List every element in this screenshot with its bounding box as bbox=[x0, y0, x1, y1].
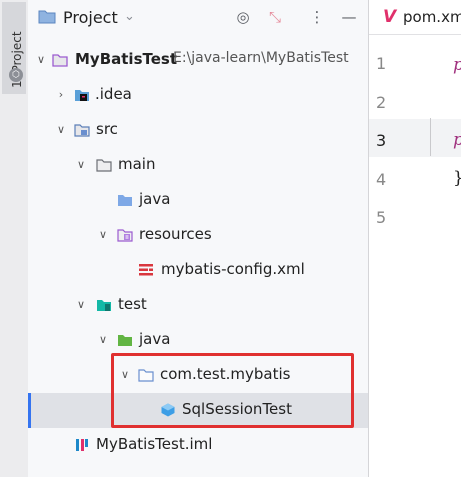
line-number-gutter: 1 2 3 4 5 bbox=[369, 34, 419, 477]
iml-file-icon bbox=[76, 439, 88, 451]
tree-label-src: src bbox=[96, 120, 118, 138]
line-number: 5 bbox=[376, 208, 387, 227]
project-view-title[interactable]: Project bbox=[63, 8, 118, 27]
chevron-down-icon[interactable]: ⌄ bbox=[124, 9, 135, 24]
chevron-down-icon[interactable]: ∨ bbox=[96, 228, 110, 242]
source-root-folder-icon bbox=[118, 195, 132, 206]
tree-row-root[interactable]: ∨ MyBatisTest E:\java-learn\MyBatisTest bbox=[28, 43, 368, 78]
folder-icon bbox=[38, 10, 56, 24]
tree-label-iml: MyBatisTest.iml bbox=[96, 435, 213, 453]
tree-row-idea[interactable]: › .idea bbox=[28, 78, 368, 113]
project-tool-tab[interactable]: 1: Project ⬡ bbox=[2, 2, 26, 94]
chevron-down-icon[interactable]: ∨ bbox=[74, 298, 88, 312]
resources-folder-icon bbox=[117, 229, 133, 242]
code-text[interactable]: p bbox=[453, 55, 461, 75]
test-root-folder-icon bbox=[118, 335, 132, 346]
line-number: 1 bbox=[376, 54, 387, 73]
tree-label-resources: resources bbox=[139, 225, 212, 243]
tree-row-src[interactable]: ∨ src bbox=[28, 113, 368, 148]
annotation-highlight-box bbox=[111, 353, 354, 428]
locate-target-icon[interactable]: ◎ bbox=[233, 8, 253, 26]
tree-row-iml[interactable]: MyBatisTest.iml bbox=[28, 428, 368, 463]
tree-row-test[interactable]: ∨ test bbox=[28, 288, 368, 323]
tree-label-main-java: java bbox=[139, 190, 171, 208]
folder-icon bbox=[96, 159, 112, 172]
hide-panel-icon[interactable]: — bbox=[339, 8, 359, 26]
indent-guide bbox=[430, 118, 431, 156]
tool-window-strip: 1: Project ⬡ bbox=[0, 0, 29, 477]
xml-file-icon bbox=[139, 264, 153, 276]
tree-row-resources[interactable]: ∨ resources bbox=[28, 218, 368, 253]
line-number: 3 bbox=[376, 131, 387, 150]
project-tool-icon: ⬡ bbox=[9, 68, 23, 82]
tree-label-config: mybatis-config.xml bbox=[161, 260, 305, 278]
code-text[interactable]: p bbox=[453, 130, 461, 150]
idea-folder-icon bbox=[75, 90, 89, 101]
editor-tab-pom[interactable]: V pom.xml bbox=[369, 0, 461, 35]
chevron-down-icon[interactable]: ∨ bbox=[96, 333, 110, 347]
collapse-all-icon[interactable]: ⤡ bbox=[265, 8, 285, 26]
selection-indicator bbox=[28, 393, 31, 428]
tree-label-test: test bbox=[118, 295, 147, 313]
tree-label-idea: .idea bbox=[95, 85, 132, 103]
tree-row-config[interactable]: mybatis-config.xml bbox=[28, 253, 368, 288]
chevron-right-icon[interactable]: › bbox=[54, 88, 68, 102]
project-panel: Project ⌄ ◎ ⤡ ⋮ — ∨ MyBatisTest E:\java-… bbox=[28, 0, 368, 477]
code-text[interactable]: } bbox=[453, 168, 461, 188]
tree-label-main: main bbox=[118, 155, 156, 173]
module-folder-icon bbox=[52, 54, 68, 67]
more-options-icon[interactable]: ⋮ bbox=[307, 8, 327, 26]
tree-row-main[interactable]: ∨ main bbox=[28, 148, 368, 183]
chevron-down-icon[interactable]: ∨ bbox=[74, 158, 88, 172]
project-toolbar: Project ⌄ ◎ ⤡ ⋮ — bbox=[28, 0, 368, 34]
editor-tab-label: pom.xml bbox=[403, 8, 461, 26]
root-module-name: MyBatisTest bbox=[75, 50, 178, 68]
chevron-down-icon[interactable]: ∨ bbox=[34, 53, 48, 67]
tree-row-main-java[interactable]: java bbox=[28, 183, 368, 218]
tree-label-test-java: java bbox=[139, 330, 171, 348]
source-folder-icon bbox=[74, 124, 90, 137]
maven-file-icon: V bbox=[383, 7, 397, 27]
line-number: 4 bbox=[376, 170, 387, 189]
line-number: 2 bbox=[376, 93, 387, 112]
chevron-down-icon[interactable]: ∨ bbox=[54, 123, 68, 137]
test-folder-icon bbox=[97, 300, 111, 311]
root-module-path: E:\java-learn\MyBatisTest bbox=[173, 50, 349, 66]
editor-area: V pom.xml 1 2 3 4 5 p p } bbox=[368, 0, 461, 477]
